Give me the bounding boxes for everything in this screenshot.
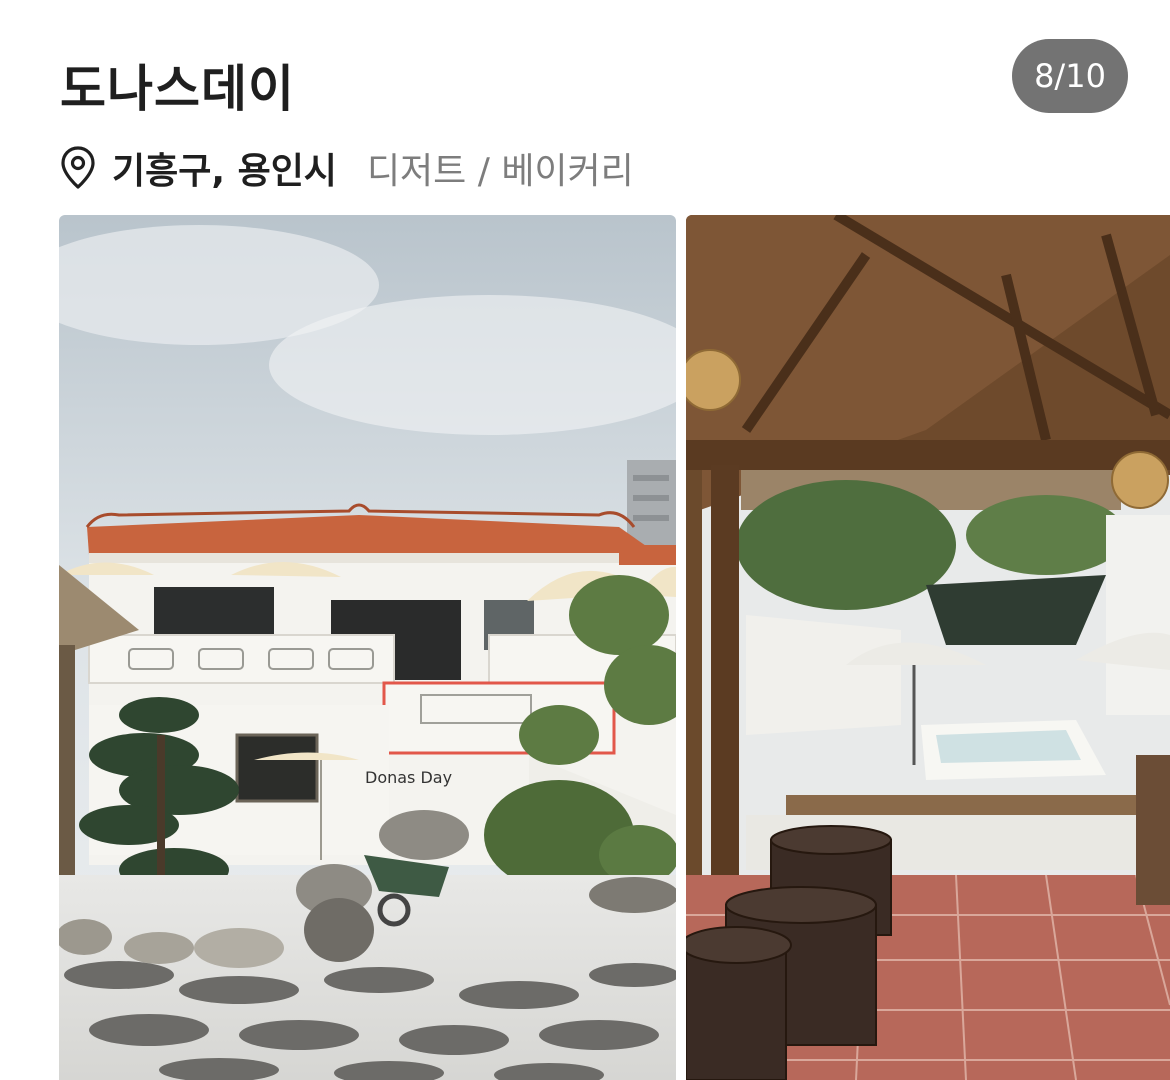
donas-day-sign: Donas Day <box>365 768 452 787</box>
place-title: 도나스데이 <box>60 60 295 118</box>
exterior-photo-image: Donas Day <box>59 215 676 1080</box>
gallery-counter-badge: 8/10 <box>1012 39 1128 113</box>
gallery-photo-exterior[interactable]: Donas Day <box>59 215 676 1080</box>
location-row: 기흥구, 용인시 디저트 / 베이커리 <box>60 140 634 196</box>
category-label: 디저트 / 베이커리 <box>366 151 634 192</box>
map-pin-icon <box>61 146 95 189</box>
region-label: 기흥구, 용인시 <box>112 151 337 192</box>
gallery-photo-patio[interactable] <box>686 215 1170 1080</box>
patio-photo-image <box>686 215 1170 1080</box>
